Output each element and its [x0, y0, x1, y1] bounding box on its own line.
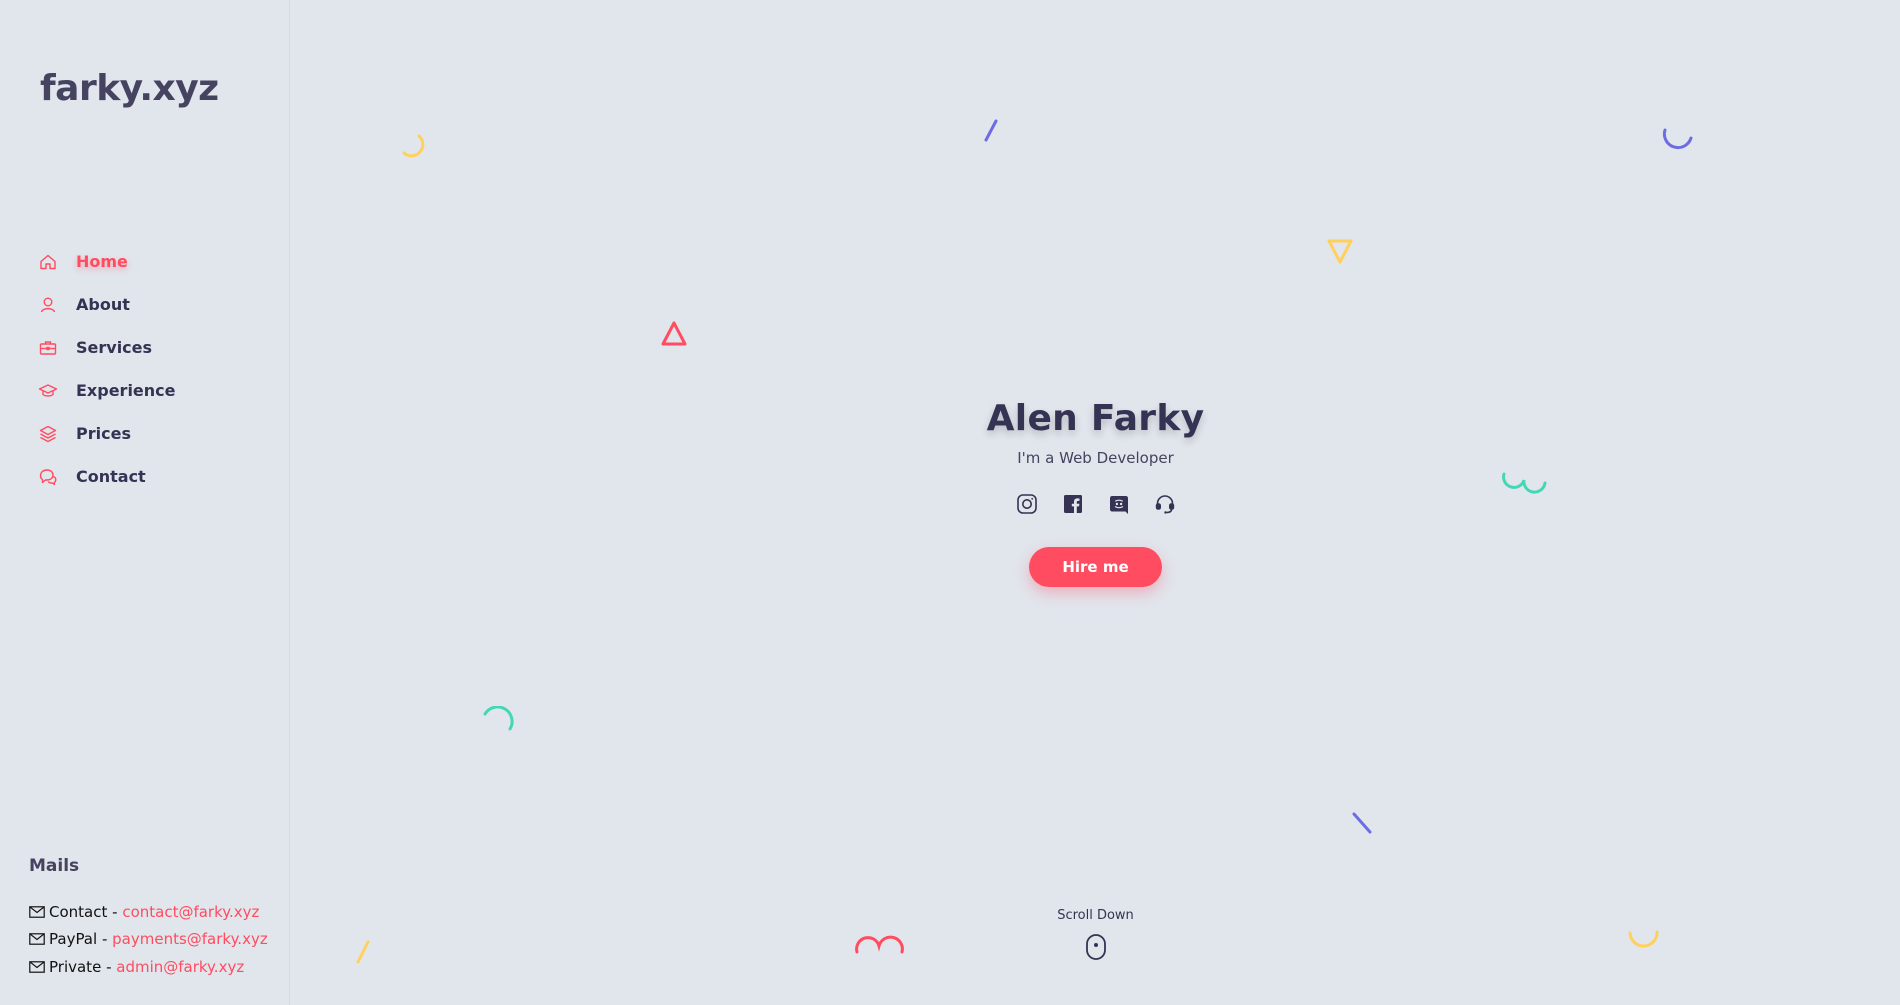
nav-item-home[interactable]: Home — [38, 240, 176, 283]
sidebar: farky.xyz Home About Services Experience — [0, 0, 290, 1005]
facebook-icon[interactable] — [1062, 493, 1084, 515]
scroll-down-label: Scroll Down — [1057, 908, 1134, 923]
scroll-down-indicator[interactable]: Scroll Down — [291, 908, 1900, 961]
nav-item-contact[interactable]: Contact — [38, 455, 176, 498]
nav-item-about[interactable]: About — [38, 283, 176, 326]
mail-label: PayPal - — [49, 930, 108, 949]
mail-row-paypal: PayPal - payments@farky.xyz — [29, 926, 268, 954]
layers-icon — [38, 424, 58, 444]
briefcase-icon — [38, 338, 58, 358]
nav-label-experience: Experience — [76, 381, 176, 400]
mails-title: Mails — [29, 856, 80, 876]
hero-content: Alen Farky I'm a Web Developer Hire me — [291, 398, 1900, 587]
home-icon — [38, 252, 58, 272]
hero-section: Alen Farky I'm a Web Developer Hire me S… — [291, 0, 1900, 1005]
envelope-icon — [29, 933, 45, 946]
hero-subtitle: I'm a Web Developer — [1017, 449, 1174, 467]
decorative-arc-green — [483, 706, 514, 731]
mail-link-private[interactable]: admin@farky.xyz — [116, 958, 244, 976]
nav-label-about: About — [76, 295, 130, 314]
mouse-icon — [1085, 933, 1107, 961]
hero-name: Alen Farky — [986, 398, 1205, 439]
chat-icon — [38, 467, 58, 487]
decorative-triangle-red — [661, 321, 687, 346]
envelope-icon — [29, 960, 45, 973]
mail-row-private: Private - admin@farky.xyz — [29, 953, 268, 981]
nav-label-services: Services — [76, 338, 153, 357]
graduation-cap-icon — [38, 381, 58, 401]
nav-label-contact: Contact — [76, 467, 146, 486]
discord-icon[interactable] — [1108, 493, 1130, 515]
main-nav: Home About Services Experience Prices Co… — [38, 240, 176, 498]
nav-item-experience[interactable]: Experience — [38, 369, 176, 412]
support-headset-icon[interactable] — [1154, 493, 1176, 515]
social-links — [291, 493, 1900, 515]
nav-label-prices: Prices — [76, 424, 131, 443]
decorative-line-purple — [1352, 812, 1372, 834]
nav-item-prices[interactable]: Prices — [38, 412, 176, 455]
mail-row-contact: Contact - contact@farky.xyz — [29, 898, 268, 926]
nav-item-services[interactable]: Services — [38, 326, 176, 369]
decorative-line-purple — [984, 119, 998, 142]
site-logo[interactable]: farky.xyz — [40, 68, 219, 109]
mail-label: Contact - — [49, 902, 118, 921]
decorative-arc-purple — [1662, 128, 1693, 150]
mail-link-contact[interactable]: contact@farky.xyz — [122, 903, 259, 921]
user-icon — [38, 295, 58, 315]
mail-link-paypal[interactable]: payments@farky.xyz — [112, 930, 268, 948]
mails-section: Mails Contact - contact@farky.xyz PayPal… — [29, 856, 268, 981]
mail-label: Private - — [49, 957, 112, 976]
hire-me-button[interactable]: Hire me — [1029, 547, 1162, 587]
instagram-icon[interactable] — [1016, 493, 1038, 515]
decorative-triangle-yellow — [1327, 239, 1353, 264]
decorative-arc-yellow — [402, 134, 425, 158]
envelope-icon — [29, 905, 45, 918]
nav-label-home: Home — [76, 252, 128, 271]
